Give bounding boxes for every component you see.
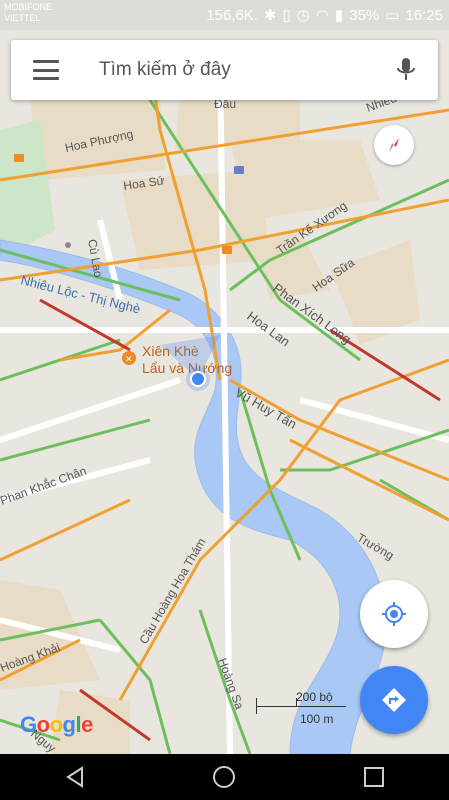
poi-marker[interactable] (65, 242, 71, 248)
scale-top-label: 200 bộ (296, 690, 333, 704)
crosshair-icon (382, 602, 406, 626)
recents-square-icon (364, 767, 385, 787)
compass-icon (389, 138, 399, 152)
status-bar: MOBIFONE VIETTEL 156,6K. ✱ ▯ ◷ ◠ ▮ 35% ▭… (0, 0, 449, 30)
mic-icon[interactable] (396, 57, 416, 83)
menu-icon[interactable] (33, 60, 59, 80)
recents-button[interactable] (344, 757, 404, 797)
shop-marker[interactable] (234, 166, 244, 174)
back-triangle-icon (65, 766, 83, 788)
bluetooth-icon: ✱ (263, 7, 277, 24)
alarm-icon: ◷ (296, 7, 310, 24)
google-logo: Google (20, 712, 93, 737)
system-nav-bar (0, 754, 449, 800)
home-button[interactable] (194, 757, 254, 797)
map-scale: 200 bộ 100 m (256, 690, 346, 730)
carrier-info: MOBIFONE VIETTEL (4, 2, 52, 24)
battery-level: 35% (349, 6, 380, 24)
status-indicators: 156,6K. ✱ ▯ ◷ ◠ ▮ 35% ▭ 16:25 (206, 6, 443, 25)
directions-button[interactable] (360, 666, 428, 734)
poi-marker[interactable] (222, 246, 232, 254)
svg-text:✕: ✕ (125, 354, 133, 364)
poi-marker[interactable] (14, 154, 24, 162)
wifi-icon: ◠ (315, 7, 329, 24)
vibrate-icon: ▯ (282, 7, 291, 24)
search-input[interactable]: Tìm kiếm ở đây (99, 59, 396, 81)
my-location-button[interactable] (360, 580, 428, 648)
compass-button[interactable] (374, 125, 414, 165)
home-circle-icon (213, 766, 236, 788)
carrier-2: VIETTEL (4, 13, 41, 23)
back-button[interactable] (45, 757, 105, 797)
battery-icon: ▭ (385, 7, 400, 24)
search-bar[interactable]: Tìm kiếm ở đây (11, 40, 438, 100)
carrier-1: MOBIFONE (4, 2, 53, 12)
network-speed: 156,6K. (206, 6, 258, 24)
directions-icon (382, 688, 406, 712)
signal-icon: ▮ (334, 7, 344, 24)
clock: 16:25 (405, 6, 443, 24)
scale-bottom-label: 100 m (300, 712, 334, 726)
